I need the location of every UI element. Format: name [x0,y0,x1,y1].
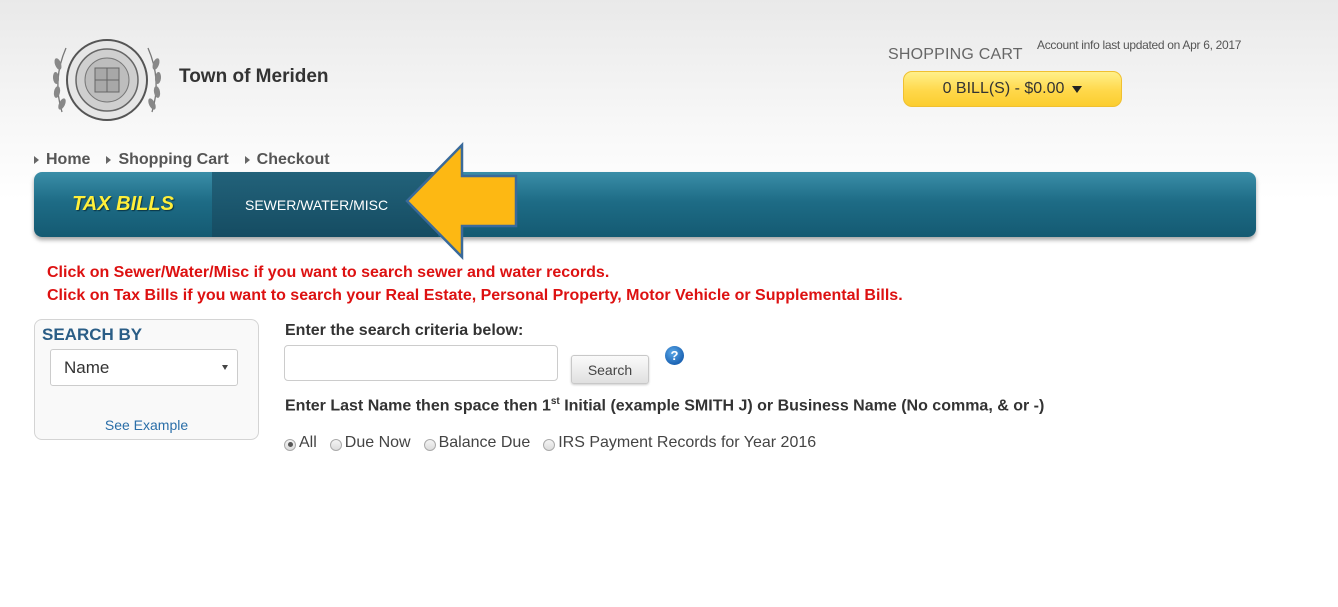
radio-button[interactable] [329,438,342,451]
cart-summary-text: 0 BILL(S) - $0.00 [942,80,1065,97]
search-hint-sup: st [550,396,560,407]
breadcrumb: Home Shopping Cart Checkout [34,151,346,169]
radio-label: All [299,434,317,451]
breadcrumb-label: Shopping Cart [118,151,229,168]
caret-down-icon [1072,85,1083,93]
search-by-select[interactable]: Name [50,349,238,386]
breadcrumb-arrow-icon [244,156,250,164]
radio-balance-due[interactable]: Balance Due [423,434,531,452]
search-by-title: SEARCH BY [42,325,143,344]
radio-irs-payment-records[interactable]: IRS Payment Records for Year 2016 [543,434,816,452]
town-seal-logo [52,39,162,121]
filter-radio-group: All Due Now Balance Due IRS Payment Reco… [284,434,829,452]
see-example-link[interactable]: See Example [34,417,259,433]
breadcrumb-label: Checkout [256,151,330,168]
pointer-arrow-annotation [405,142,518,260]
town-name: Town of Meriden [179,66,329,87]
radio-label: Balance Due [438,434,531,451]
breadcrumb-shopping-cart[interactable]: Shopping Cart [106,151,229,169]
shopping-cart-label: SHOPPING CART [888,46,1023,63]
account-updated-text: Account info last updated on Apr 6, 2017 [1037,38,1242,52]
search-button[interactable]: Search [571,355,649,384]
search-input[interactable] [284,345,558,381]
cart-summary-button[interactable]: 0 BILL(S) - $0.00 [903,71,1122,107]
radio-all[interactable]: All [284,434,317,452]
radio-button[interactable] [423,438,436,451]
breadcrumb-checkout[interactable]: Checkout [244,151,330,169]
breadcrumb-label: Home [46,151,91,168]
radio-label: Due Now [344,434,411,451]
tab-tax-bills[interactable]: TAX BILLS [34,172,212,237]
radio-label: IRS Payment Records for Year 2016 [558,434,817,451]
breadcrumb-arrow-icon [34,156,39,164]
breadcrumb-arrow-icon [106,156,112,164]
instruction-tax-bills: Click on Tax Bills if you want to search… [47,287,903,304]
search-hint: Enter Last Name then space then 1st Init… [285,396,1044,415]
chevron-down-icon [222,365,228,370]
radio-button[interactable] [543,438,556,451]
search-hint-post: Initial (example SMITH J) or Business Na… [559,397,1045,415]
instruction-sewer: Click on Sewer/Water/Misc if you want to… [47,264,610,281]
search-criteria-label: Enter the search criteria below: [285,322,524,339]
radio-button[interactable] [284,438,296,451]
help-icon[interactable]: ? [665,346,684,365]
search-by-selected: Name [64,357,110,377]
radio-due-now[interactable]: Due Now [329,434,411,452]
breadcrumb-home[interactable]: Home [34,151,90,169]
search-hint-pre: Enter Last Name then space then 1 [285,397,551,415]
